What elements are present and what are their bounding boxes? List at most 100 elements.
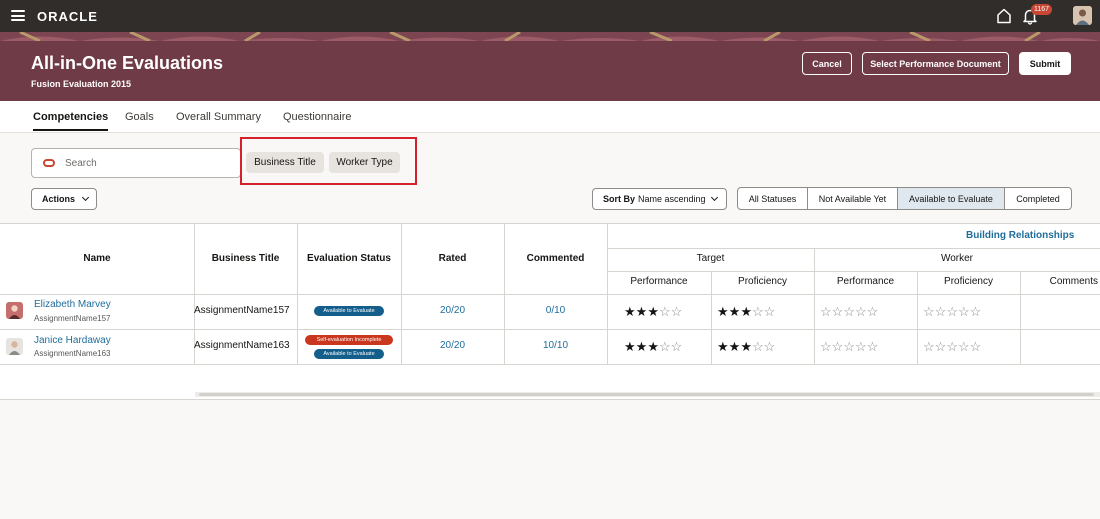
star-empty-icon[interactable]: ☆ <box>752 339 764 354</box>
grid-line <box>0 364 1100 365</box>
search-input[interactable]: Search <box>31 148 241 178</box>
star-empty-icon[interactable]: ☆ <box>764 339 776 354</box>
star-empty-icon[interactable]: ☆ <box>764 304 776 319</box>
rating-stars[interactable]: ★★★☆☆ <box>624 340 682 353</box>
tab-competencies[interactable]: Competencies <box>33 111 109 131</box>
header-business-title[interactable]: Business Title <box>194 253 297 264</box>
star-empty-icon[interactable]: ☆ <box>946 339 958 354</box>
global-header: ORACLE 1167 <box>0 0 1100 32</box>
star-empty-icon[interactable]: ☆ <box>832 304 844 319</box>
user-avatar[interactable] <box>1073 6 1092 25</box>
star-empty-icon[interactable]: ☆ <box>659 304 671 319</box>
tab-overall-summary[interactable]: Overall Summary <box>176 111 261 123</box>
page-subtitle: Fusion Evaluation 2015 <box>31 79 132 89</box>
select-performance-document-button[interactable]: Select Performance Document <box>862 52 1009 75</box>
search-placeholder: Search <box>65 158 97 169</box>
star-empty-icon[interactable]: ☆ <box>752 304 764 319</box>
actions-menu-button[interactable]: Actions <box>31 188 97 210</box>
header-target-proficiency[interactable]: Proficiency <box>711 276 814 287</box>
rating-stars[interactable]: ★★★☆☆ <box>717 340 775 353</box>
employee-name-link[interactable]: Elizabeth Marvey <box>34 299 111 310</box>
status-completed[interactable]: Completed <box>1005 188 1071 209</box>
page-title: All-in-One Evaluations <box>31 53 224 73</box>
employee-assignment: AssignmentName163 <box>34 349 111 358</box>
status-filter-group: All Statuses Not Available Yet Available… <box>737 187 1072 210</box>
chevron-down-icon <box>710 193 719 202</box>
star-filled-icon[interactable]: ★ <box>740 304 752 319</box>
banner-pattern <box>0 32 1100 41</box>
star-filled-icon[interactable]: ★ <box>636 339 648 354</box>
star-empty-icon[interactable]: ☆ <box>958 304 970 319</box>
star-empty-icon[interactable]: ☆ <box>946 304 958 319</box>
status-all[interactable]: All Statuses <box>738 188 808 209</box>
header-commented[interactable]: Commented <box>504 253 607 264</box>
status-not-available-yet[interactable]: Not Available Yet <box>808 188 898 209</box>
oracle-logo[interactable]: ORACLE <box>37 9 98 24</box>
star-filled-icon[interactable]: ★ <box>729 304 741 319</box>
star-empty-icon[interactable]: ☆ <box>843 339 855 354</box>
tab-questionnaire[interactable]: Questionnaire <box>283 111 352 123</box>
submit-button[interactable]: Submit <box>1019 52 1071 75</box>
star-filled-icon[interactable]: ★ <box>647 339 659 354</box>
star-empty-icon[interactable]: ☆ <box>820 304 832 319</box>
rating-stars[interactable]: ☆☆☆☆☆ <box>923 305 981 318</box>
star-filled-icon[interactable]: ★ <box>717 339 729 354</box>
scrollbar-thumb[interactable] <box>199 393 1094 396</box>
star-filled-icon[interactable]: ★ <box>636 304 648 319</box>
star-filled-icon[interactable]: ★ <box>717 304 729 319</box>
star-empty-icon[interactable]: ☆ <box>671 339 683 354</box>
star-filled-icon[interactable]: ★ <box>624 339 636 354</box>
business-title-cell: AssignmentName163 <box>194 340 290 351</box>
star-empty-icon[interactable]: ☆ <box>958 339 970 354</box>
star-empty-icon[interactable]: ☆ <box>970 339 982 354</box>
sort-select[interactable]: Sort By Name ascending <box>592 188 727 210</box>
commented-link[interactable]: 10/10 <box>504 340 607 351</box>
star-empty-icon[interactable]: ☆ <box>843 304 855 319</box>
star-empty-icon[interactable]: ☆ <box>855 339 867 354</box>
status-available-to-evaluate[interactable]: Available to Evaluate <box>898 188 1005 209</box>
star-empty-icon[interactable]: ☆ <box>867 304 879 319</box>
star-empty-icon[interactable]: ☆ <box>832 339 844 354</box>
header-name[interactable]: Name <box>0 253 194 264</box>
header-worker-proficiency[interactable]: Proficiency <box>917 276 1020 287</box>
star-empty-icon[interactable]: ☆ <box>855 304 867 319</box>
star-filled-icon[interactable]: ★ <box>647 304 659 319</box>
actions-label: Actions <box>42 194 76 204</box>
grid-line <box>607 271 1100 272</box>
rating-stars[interactable]: ★★★☆☆ <box>717 305 775 318</box>
header-target-performance[interactable]: Performance <box>607 276 711 287</box>
star-empty-icon[interactable]: ☆ <box>923 304 935 319</box>
rating-stars[interactable]: ☆☆☆☆☆ <box>923 340 981 353</box>
header-comments[interactable]: Comments <box>1020 276 1100 287</box>
rating-stars[interactable]: ★★★☆☆ <box>624 305 682 318</box>
rating-stars[interactable]: ☆☆☆☆☆ <box>820 340 878 353</box>
star-empty-icon[interactable]: ☆ <box>671 304 683 319</box>
header-rated[interactable]: Rated <box>401 253 504 264</box>
star-filled-icon[interactable]: ★ <box>729 339 741 354</box>
section-link-building-relationships[interactable]: Building Relationships <box>966 230 1074 241</box>
star-filled-icon[interactable]: ★ <box>740 339 752 354</box>
rated-link[interactable]: 20/20 <box>401 305 504 316</box>
avatar <box>6 338 23 355</box>
tab-goals[interactable]: Goals <box>125 111 154 123</box>
star-empty-icon[interactable]: ☆ <box>970 304 982 319</box>
commented-link[interactable]: 0/10 <box>504 305 607 316</box>
cancel-button[interactable]: Cancel <box>802 52 852 75</box>
star-empty-icon[interactable]: ☆ <box>935 304 947 319</box>
employee-name-link[interactable]: Janice Hardaway <box>34 335 111 346</box>
star-empty-icon[interactable]: ☆ <box>659 339 671 354</box>
oracle-search-icon <box>43 159 55 167</box>
star-empty-icon[interactable]: ☆ <box>867 339 879 354</box>
star-empty-icon[interactable]: ☆ <box>935 339 947 354</box>
star-empty-icon[interactable]: ☆ <box>820 339 832 354</box>
rated-link[interactable]: 20/20 <box>401 340 504 351</box>
star-filled-icon[interactable]: ★ <box>624 304 636 319</box>
header-evaluation-status[interactable]: Evaluation Status <box>297 253 401 264</box>
horizontal-scrollbar[interactable] <box>195 392 1100 397</box>
menu-icon[interactable] <box>11 10 25 21</box>
star-empty-icon[interactable]: ☆ <box>923 339 935 354</box>
header-worker-performance[interactable]: Performance <box>814 276 917 287</box>
home-icon[interactable] <box>995 7 1013 25</box>
business-title-cell: AssignmentName157 <box>194 305 290 316</box>
rating-stars[interactable]: ☆☆☆☆☆ <box>820 305 878 318</box>
